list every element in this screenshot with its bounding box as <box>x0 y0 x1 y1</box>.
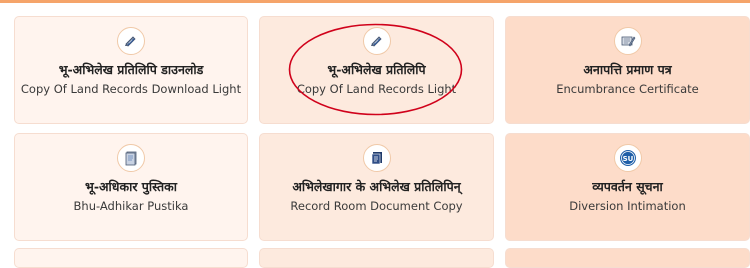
card-subtitle: Copy Of Land Records Light <box>296 82 457 96</box>
card-title: व्यपवर्तन सूचना <box>592 179 663 194</box>
card-subtitle: Copy Of Land Records Download Light <box>20 82 242 96</box>
service-card-encumbrance-certificate[interactable]: अनापत्ति प्रमाण पत्र Encumbrance Certifi… <box>505 16 750 124</box>
pencil-icon <box>362 27 391 55</box>
service-card-record-room-document-copy[interactable]: अभिलेखागार के अभिलेख प्रतिलिपिन् Record … <box>259 133 494 241</box>
certificate-icon <box>613 27 642 55</box>
service-card-partial[interactable] <box>505 248 750 268</box>
card-subtitle: Bhu-Adhikar Pustika <box>73 199 189 213</box>
booklet-icon <box>117 144 145 172</box>
service-card-diversion-intimation[interactable]: SU व्यपवर्तन सूचना Diversion Intimation <box>505 133 750 241</box>
card-subtitle: Encumbrance Certificate <box>556 82 699 96</box>
card-subtitle: Record Room Document Copy <box>290 199 463 213</box>
card-title: भू-अधिकार पुस्तिका <box>85 179 177 194</box>
service-card-partial[interactable] <box>14 248 248 268</box>
document-icon <box>362 144 391 172</box>
svg-text:SU: SU <box>622 155 633 163</box>
su-badge-icon: SU <box>613 144 642 172</box>
card-title: भू-अभिलेख प्रतिलिपि डाउनलोड <box>58 62 204 77</box>
services-grid: भू-अभिलेख प्रतिलिपि डाउनलोड Copy Of Land… <box>0 0 750 268</box>
card-title: अभिलेखागार के अभिलेख प्रतिलिपिन् <box>292 179 461 194</box>
service-card-partial[interactable] <box>259 248 494 268</box>
pencil-icon <box>117 27 145 55</box>
card-title: भू-अभिलेख प्रतिलिपि <box>327 62 426 77</box>
card-title: अनापत्ति प्रमाण पत्र <box>583 62 672 77</box>
service-card-land-records-copy[interactable]: भू-अभिलेख प्रतिलिपि Copy Of Land Records… <box>259 16 494 124</box>
service-card-bhu-adhikar-pustika[interactable]: भू-अधिकार पुस्तिका Bhu-Adhikar Pustika <box>14 133 248 241</box>
service-card-land-records-download[interactable]: भू-अभिलेख प्रतिलिपि डाउनलोड Copy Of Land… <box>14 16 248 124</box>
card-subtitle: Diversion Intimation <box>569 199 686 213</box>
